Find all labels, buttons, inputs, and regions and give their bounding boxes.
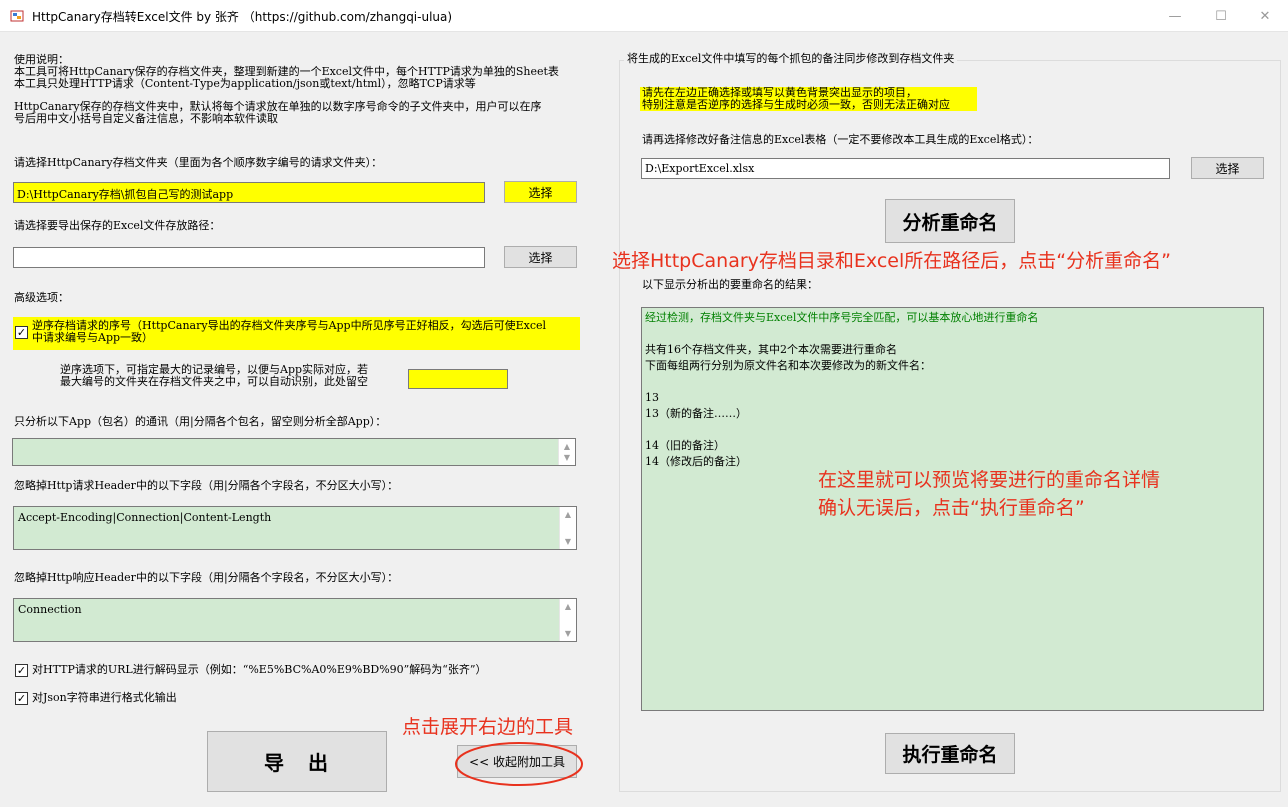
req-header-text: Accept-Encoding|Connection|Content-Lengt… [18, 511, 272, 524]
preview-hint-line-2: 确认无误后，点击“执行重命名” [818, 497, 1085, 519]
check-icon: ✓ [16, 664, 27, 677]
check-icon: ✓ [16, 692, 27, 705]
json-format-label: 对Json字符串进行格式化输出 [32, 691, 177, 704]
scroll-up-icon: ▲ [563, 442, 571, 451]
instructions-line-3: 本工具只处理HTTP请求（Content-Type为application/js… [14, 77, 476, 90]
resp-header-textarea[interactable]: Connection ▲ ▼ [13, 598, 577, 642]
result-line: 共有16个存档文件夹，其中2个本次需要进行重命名 [645, 343, 897, 356]
app-icon [10, 10, 24, 22]
preview-hint-line-1: 在这里就可以预览将要进行的重命名详情 [818, 469, 1161, 491]
result-line [645, 326, 1260, 342]
scroll-down-icon: ▼ [563, 453, 571, 462]
excel-select-button[interactable]: 选择 [1191, 157, 1264, 179]
reverse-checkbox[interactable]: ✓ [15, 326, 28, 339]
excel-path-input[interactable]: D:\ExportExcel.xlsx [641, 158, 1170, 179]
result-line: 13 [645, 391, 659, 404]
check-icon: ✓ [16, 326, 27, 339]
result-label: 以下显示分析出的要重命名的结果： [642, 278, 818, 291]
export-path-input[interactable] [13, 247, 485, 268]
folder-path-input[interactable]: D:\HttpCanary存档\抓包自己写的测试app [13, 182, 485, 203]
execute-rename-button[interactable]: 执行重命名 [885, 733, 1015, 774]
export-select-button[interactable]: 选择 [504, 246, 577, 268]
result-line: 下面每组两行分别为原文件名和本次要修改为的新文件名： [645, 359, 931, 372]
advanced-label: 高级选项： [14, 291, 69, 304]
scroll-down-icon: ▼ [564, 629, 572, 638]
app-filter-textarea[interactable]: ▲ ▼ [12, 438, 576, 466]
result-status: 经过检测，存档文件夹与Excel文件中序号完全匹配，可以基本放心地进行重命名 [645, 311, 1039, 324]
group-title: 将生成的Excel文件中填写的每个抓包的备注同步修改到存档文件夹 [624, 53, 958, 65]
req-header-textarea[interactable]: Accept-Encoding|Connection|Content-Lengt… [13, 506, 577, 550]
req-header-label: 忽略掉Http请求Header中的以下字段（用|分隔各个字段名，不分区大小写）： [14, 479, 399, 492]
close-icon: ✕ [1259, 8, 1271, 24]
minimize-icon: — [1168, 8, 1182, 24]
app-filter-label: 只分析以下App（包名）的通讯（用|分隔各个包名，留空则分析全部App）： [14, 415, 387, 428]
reverse-hint-line-2: 最大编号的文件夹在存档文件夹之中，可以自动识别，此处留空 [60, 375, 368, 388]
result-line: 14（旧的备注） [645, 439, 725, 452]
scroll-down-icon: ▼ [564, 537, 572, 546]
scrollbar[interactable]: ▲ ▼ [559, 599, 576, 641]
url-decode-label: 对HTTP请求的URL进行解码显示（例如：“%E5%BC%A0%E9%BD%90… [32, 663, 487, 676]
notice-line-2: 特别注意是否逆序的选择与生成时必须一致，否则无法正确对应 [642, 98, 950, 111]
expand-hint-annotation: 点击展开右边的工具 [402, 716, 574, 738]
max-number-input[interactable] [408, 369, 508, 389]
maximize-button[interactable]: ☐ [1198, 0, 1244, 32]
resp-header-text: Connection [18, 603, 82, 616]
close-button[interactable]: ✕ [1242, 0, 1288, 32]
export-path-label: 请选择要导出保存的Excel文件存放路径： [14, 219, 221, 232]
export-button[interactable]: 导 出 [207, 731, 387, 792]
scrollbar[interactable]: ▲ ▼ [558, 439, 575, 465]
folder-select-button[interactable]: 选择 [504, 181, 577, 203]
json-format-checkbox[interactable]: ✓ [15, 692, 28, 705]
instructions2-line-2: 号后用中文小括号自定义备注信息，不影响本软件读取 [14, 112, 278, 125]
folder-label: 请选择HttpCanary存档文件夹（里面为各个顺序数字编号的请求文件夹）： [14, 156, 383, 169]
minimize-button[interactable]: — [1152, 0, 1198, 32]
url-decode-checkbox[interactable]: ✓ [15, 664, 28, 677]
result-line [645, 374, 1260, 390]
reverse-label-line-2: 中请求编号与App一致） [32, 331, 154, 344]
excel-label: 请再选择修改好备注信息的Excel表格（一定不要修改本工具生成的Excel格式）… [642, 133, 1039, 146]
scroll-up-icon: ▲ [564, 602, 572, 611]
scroll-up-icon: ▲ [564, 510, 572, 519]
highlight-circle [455, 742, 583, 786]
analyze-hint-annotation: 选择HttpCanary存档目录和Excel所在路径后，点击“分析重命名” [612, 250, 1171, 272]
window-title: HttpCanary存档转Excel文件 by 张齐 （https://gith… [32, 10, 453, 24]
maximize-icon: ☐ [1215, 8, 1227, 24]
resp-header-label: 忽略掉Http响应Header中的以下字段（用|分隔各个字段名，不分区大小写）： [14, 571, 399, 584]
analyze-rename-button[interactable]: 分析重命名 [885, 199, 1015, 243]
scrollbar[interactable]: ▲ ▼ [559, 507, 576, 549]
result-line: 13（新的备注……） [645, 407, 747, 420]
result-line [645, 422, 1260, 438]
title-bar: HttpCanary存档转Excel文件 by 张齐 （https://gith… [0, 0, 1288, 32]
